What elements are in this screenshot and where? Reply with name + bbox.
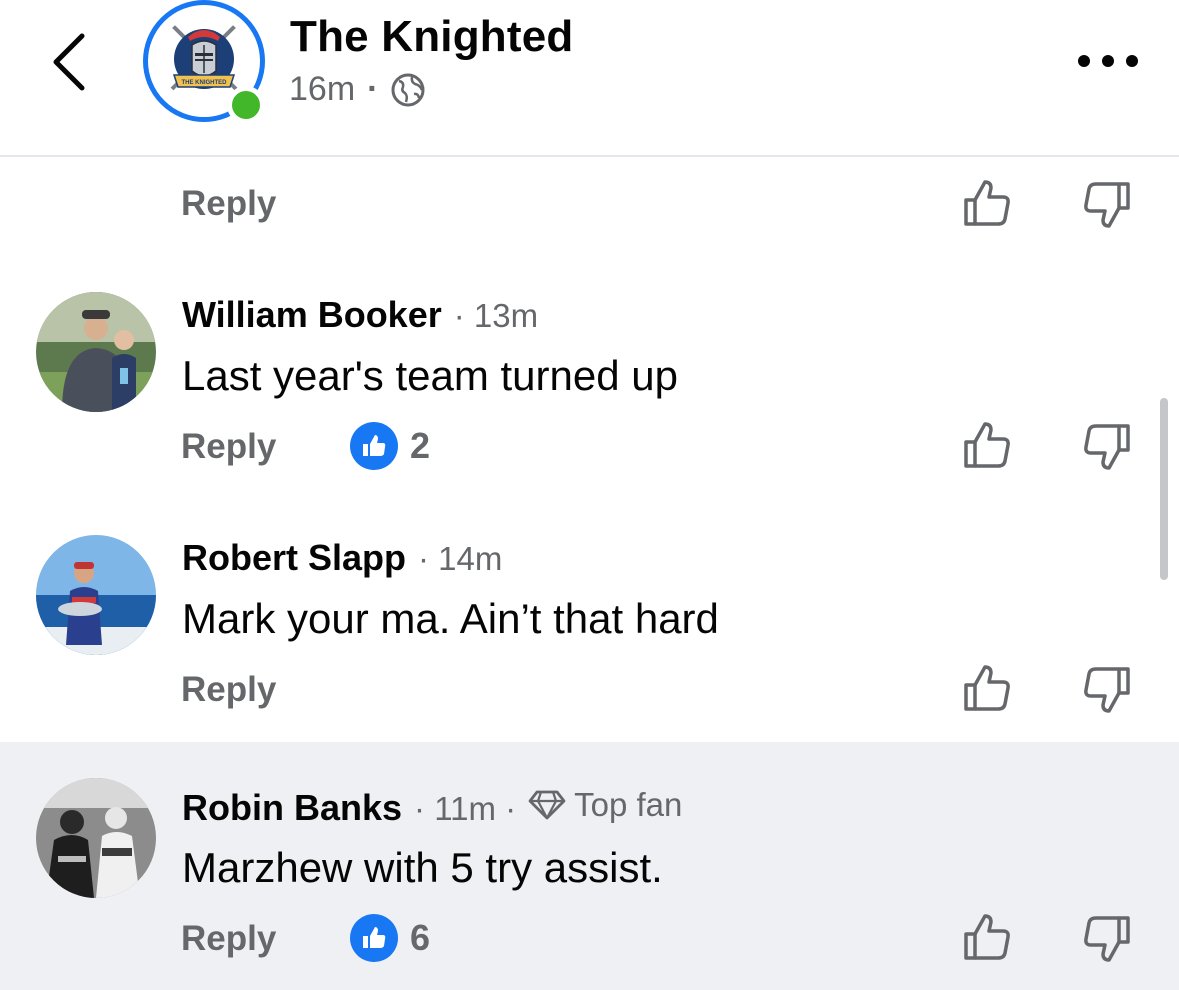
comment-text: Last year's team turned up bbox=[182, 352, 678, 399]
comment-text: Mark your ma. Ain’t that hard bbox=[182, 595, 719, 642]
separator: · bbox=[367, 70, 379, 108]
thumbs-down-icon[interactable] bbox=[1082, 665, 1132, 715]
thumbs-down-icon[interactable] bbox=[1082, 422, 1132, 472]
back-button[interactable] bbox=[44, 30, 100, 94]
reply-button[interactable]: Reply bbox=[181, 670, 276, 710]
reply-button[interactable]: Reply bbox=[181, 427, 276, 467]
comment-header: Robert Slapp · 14m bbox=[182, 537, 502, 579]
commenter-name[interactable]: Robert Slapp bbox=[182, 537, 406, 579]
reaction-summary[interactable]: 2 bbox=[350, 422, 430, 470]
thumbs-up-icon[interactable] bbox=[962, 420, 1012, 470]
avatar[interactable] bbox=[36, 292, 156, 412]
online-status-dot bbox=[227, 86, 265, 124]
scrollbar[interactable] bbox=[1160, 398, 1168, 580]
comment-time: · 11m · bbox=[414, 790, 517, 827]
reaction-count: 2 bbox=[410, 425, 431, 466]
comment-header: Robin Banks · 11m · Top fan bbox=[182, 786, 682, 829]
diamond-icon bbox=[528, 790, 566, 820]
ellipsis-icon bbox=[1078, 55, 1090, 67]
comment-time: · 14m bbox=[418, 540, 503, 577]
chevron-left-icon bbox=[53, 33, 85, 91]
avatar[interactable] bbox=[36, 535, 156, 655]
reaction-summary[interactable]: 6 bbox=[350, 914, 430, 962]
globe-icon bbox=[391, 73, 425, 106]
page-title[interactable]: The Knighted bbox=[290, 12, 573, 62]
thumbs-down-icon[interactable] bbox=[1082, 914, 1132, 964]
comment-header: William Booker · 13m bbox=[182, 294, 538, 336]
commenter-name[interactable]: Robin Banks bbox=[182, 787, 402, 829]
top-fan-badge: Top fan bbox=[528, 786, 682, 824]
post-time: 16m bbox=[289, 70, 356, 108]
like-reaction-icon bbox=[350, 914, 398, 962]
reaction-count: 6 bbox=[410, 917, 431, 958]
top-fan-label: Top fan bbox=[574, 786, 683, 823]
reply-button[interactable]: Reply bbox=[181, 184, 276, 224]
thumbs-down-icon[interactable] bbox=[1082, 180, 1132, 230]
comment-text: Marzhew with 5 try assist. bbox=[182, 844, 663, 891]
thumbs-up-icon[interactable] bbox=[962, 663, 1012, 713]
commenter-name[interactable]: William Booker bbox=[182, 294, 442, 336]
logo-text: THE KNIGHTED bbox=[182, 80, 228, 86]
more-options-button[interactable] bbox=[1078, 50, 1138, 72]
like-reaction-icon bbox=[350, 422, 398, 470]
post-meta: 16m · bbox=[289, 70, 426, 109]
reply-button[interactable]: Reply bbox=[181, 919, 276, 959]
post-header: THE KNIGHTED The Knighted 16m · bbox=[0, 0, 1179, 157]
thumbs-up-icon[interactable] bbox=[962, 178, 1012, 228]
comment-time: · 13m bbox=[453, 297, 539, 334]
thumbs-up-icon[interactable] bbox=[962, 912, 1012, 962]
avatar[interactable] bbox=[36, 778, 156, 898]
